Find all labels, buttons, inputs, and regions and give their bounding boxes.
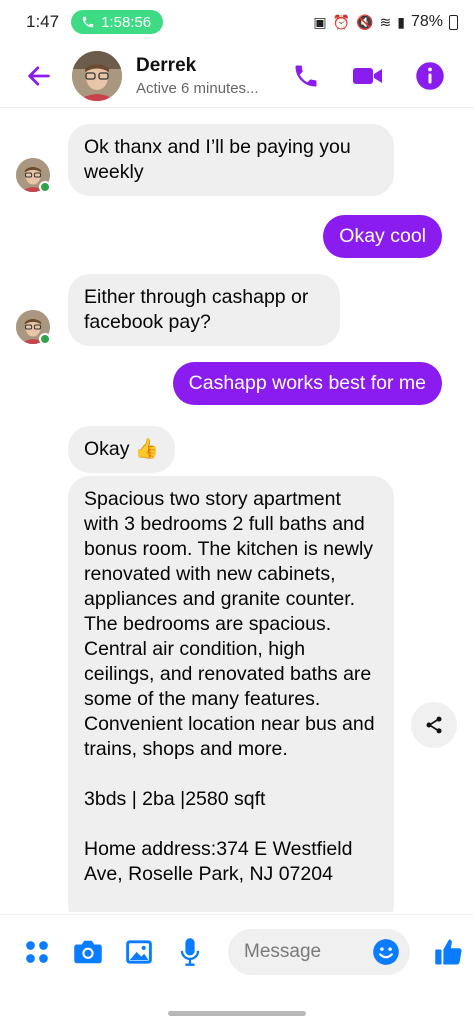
like-button[interactable] <box>432 935 466 969</box>
phone-small-icon <box>82 16 94 28</box>
microphone-icon <box>180 937 200 966</box>
online-indicator <box>39 333 51 345</box>
phone-icon <box>295 65 317 86</box>
back-button[interactable] <box>14 51 64 101</box>
more-actions-button[interactable] <box>20 935 54 969</box>
listing-specs: 3bds | 2ba |2580 sqft <box>84 788 266 810</box>
camera-icon <box>74 940 102 963</box>
share-icon <box>426 716 442 734</box>
battery-icon <box>449 14 458 30</box>
video-camera-icon <box>353 67 382 84</box>
message-input[interactable]: Message <box>228 928 410 975</box>
listing-description-bubble[interactable]: Spacious two story apartment with 3 bedr… <box>68 476 394 912</box>
online-indicator <box>39 181 51 193</box>
message-bubble-incoming[interactable]: Either through cashapp or facebook pay? <box>68 274 340 346</box>
image-icon <box>126 939 152 964</box>
contact-name: Derrek <box>136 54 197 76</box>
status-icons: ▣ ⏰ 🔇 ≋ ▮ 78% <box>313 13 458 31</box>
conversation-header: Derrek Active 6 minutes... <box>0 44 474 108</box>
message-bubble-outgoing[interactable]: Okay cool <box>323 215 442 258</box>
message-placeholder: Message <box>244 940 322 962</box>
listing-address: Home address:374 E Westfield Ave, Rosell… <box>84 838 353 885</box>
audio-call-button[interactable] <box>284 54 328 98</box>
gesture-navigation-bar[interactable] <box>168 1011 306 1016</box>
message-bubble-incoming[interactable]: Okay 👍 <box>68 426 176 473</box>
battery-level: 78% <box>410 13 443 30</box>
camera-button[interactable] <box>71 935 105 969</box>
gallery-button[interactable] <box>122 935 156 969</box>
contact-status: Active 6 minutes... <box>136 79 259 97</box>
status-time: 1:47 <box>26 12 60 31</box>
message-thread[interactable]: Ok thanx and I’ll be paying you weekly O… <box>0 108 474 912</box>
contact-avatar[interactable] <box>72 50 122 101</box>
call-timer: 1:58:56 <box>101 13 152 31</box>
sender-avatar[interactable] <box>16 158 51 193</box>
thumbs-up-icon <box>435 939 462 965</box>
voice-message-button[interactable] <box>173 935 207 969</box>
arrow-left-icon <box>28 65 50 86</box>
emoji-button[interactable] <box>372 938 400 972</box>
message-bubble-outgoing[interactable]: Cashapp works best for me <box>172 362 442 405</box>
wifi-icon: ≋ <box>379 13 392 30</box>
message-bubble-incoming[interactable]: Ok thanx and I’ll be paying you weekly <box>68 124 394 196</box>
contact-info[interactable]: Derrek Active 6 minutes... <box>136 55 284 97</box>
composer-bar: Message <box>0 914 474 988</box>
info-button[interactable] <box>408 54 452 98</box>
nfc-icon: ▣ <box>313 13 327 30</box>
status-bar: 1:47 1:58:56 ▣ ⏰ 🔇 ≋ ▮ 78% <box>0 0 474 44</box>
signal-icon: ▮ <box>397 13 405 30</box>
info-icon <box>416 61 444 90</box>
ongoing-call-pill[interactable]: 1:58:56 <box>71 10 164 34</box>
listing-description: Spacious two story apartment with 3 bedr… <box>84 488 375 760</box>
video-call-button[interactable] <box>346 54 390 98</box>
four-dots-icon <box>26 940 48 963</box>
avatar-photo <box>72 50 122 101</box>
sender-avatar[interactable] <box>16 310 51 345</box>
mute-icon: 🔇 <box>356 13 374 30</box>
share-button[interactable] <box>411 702 457 748</box>
smiley-icon <box>373 938 399 965</box>
alarm-icon: ⏰ <box>332 13 351 30</box>
